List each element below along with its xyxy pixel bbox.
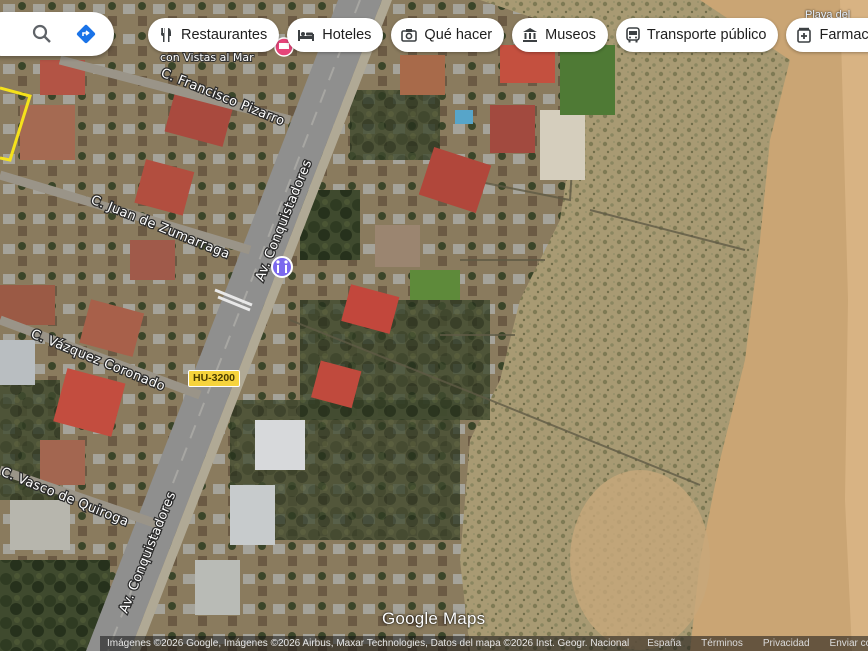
category-chips: Restaurantes Hoteles Qué hacer Museos Tr… [148, 18, 868, 52]
attribution-text[interactable]: Imágenes ©2026 Google, Imágenes ©2026 Ai… [100, 638, 637, 649]
google-maps-watermark: Google Maps [382, 609, 486, 628]
chip-museos[interactable]: Museos [512, 18, 608, 52]
terms-link[interactable]: Términos [691, 638, 753, 649]
feedback-link[interactable]: Enviar comentarios [820, 638, 868, 649]
chip-label: Restaurantes [181, 27, 268, 43]
chip-que-hacer[interactable]: Qué hacer [391, 18, 505, 52]
satellite-map[interactable]: Av. Conquistadores Av. Conquistadores C.… [0, 0, 868, 651]
chip-transporte-publico[interactable]: Transporte público [615, 18, 779, 52]
bed-icon [298, 30, 315, 41]
chip-label: Farmacia [819, 27, 868, 43]
chip-restaurantes[interactable]: Restaurantes [148, 18, 280, 52]
chip-farmacia[interactable]: Farmacia [786, 18, 868, 52]
country-link[interactable]: España [637, 638, 691, 649]
pharmacy-icon [797, 27, 812, 43]
chip-hoteles[interactable]: Hoteles [287, 18, 384, 52]
chip-label: Qué hacer [424, 27, 493, 43]
search-icon[interactable] [30, 22, 54, 46]
fork-knife-icon [161, 28, 171, 42]
privacy-link[interactable]: Privacidad [753, 638, 820, 649]
chip-label: Hoteles [322, 27, 372, 43]
route-shield-hu3200: HU-3200 [188, 370, 241, 387]
poi-label-vistas[interactable]: con Vistas al Mar [159, 50, 255, 65]
camera-icon [401, 29, 418, 42]
museum-icon [523, 28, 538, 42]
directions-icon[interactable] [74, 22, 98, 46]
restroom-marker[interactable] [271, 256, 293, 278]
footer-bar: Imágenes ©2026 Google, Imágenes ©2026 Ai… [100, 636, 868, 651]
bus-icon [626, 27, 640, 43]
search-box[interactable] [0, 12, 114, 56]
chip-label: Museos [545, 27, 596, 43]
chip-label: Transporte público [646, 27, 767, 43]
